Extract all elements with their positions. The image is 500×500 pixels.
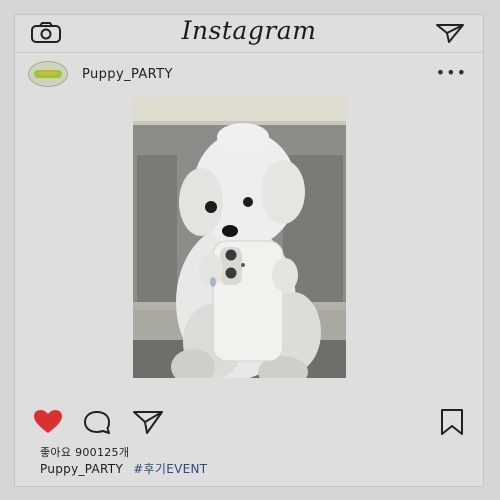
- puppy-photo-illustration: [133, 97, 346, 378]
- more-options-icon[interactable]: •••: [436, 65, 467, 81]
- post-frame: Instagram Puppy_PARTY ••• 좋아요 900125개 Pu…: [14, 14, 484, 487]
- bookmark-icon[interactable]: [438, 408, 466, 436]
- likes-number: 900125개: [75, 446, 130, 459]
- post-username[interactable]: Puppy_PARTY: [82, 67, 173, 82]
- action-bar: [15, 408, 483, 438]
- send-icon[interactable]: [435, 22, 465, 44]
- avatar[interactable]: [28, 61, 68, 87]
- top-bar: Instagram: [15, 15, 483, 53]
- caption: Puppy_PARTY #후기EVENT: [40, 460, 207, 477]
- caption-username[interactable]: Puppy_PARTY: [40, 462, 123, 476]
- app-title: Instagram: [181, 16, 317, 45]
- post-header: Puppy_PARTY •••: [15, 53, 483, 97]
- likes-label: 좋아요: [40, 446, 72, 459]
- share-icon[interactable]: [132, 409, 164, 435]
- caption-hashtag[interactable]: #후기EVENT: [133, 462, 207, 476]
- likes-count[interactable]: 좋아요 900125개: [40, 444, 129, 460]
- post-photo[interactable]: [133, 97, 346, 378]
- comment-icon[interactable]: [82, 409, 112, 435]
- logo-mark-detail: [38, 72, 58, 75]
- heart-icon[interactable]: [33, 409, 63, 435]
